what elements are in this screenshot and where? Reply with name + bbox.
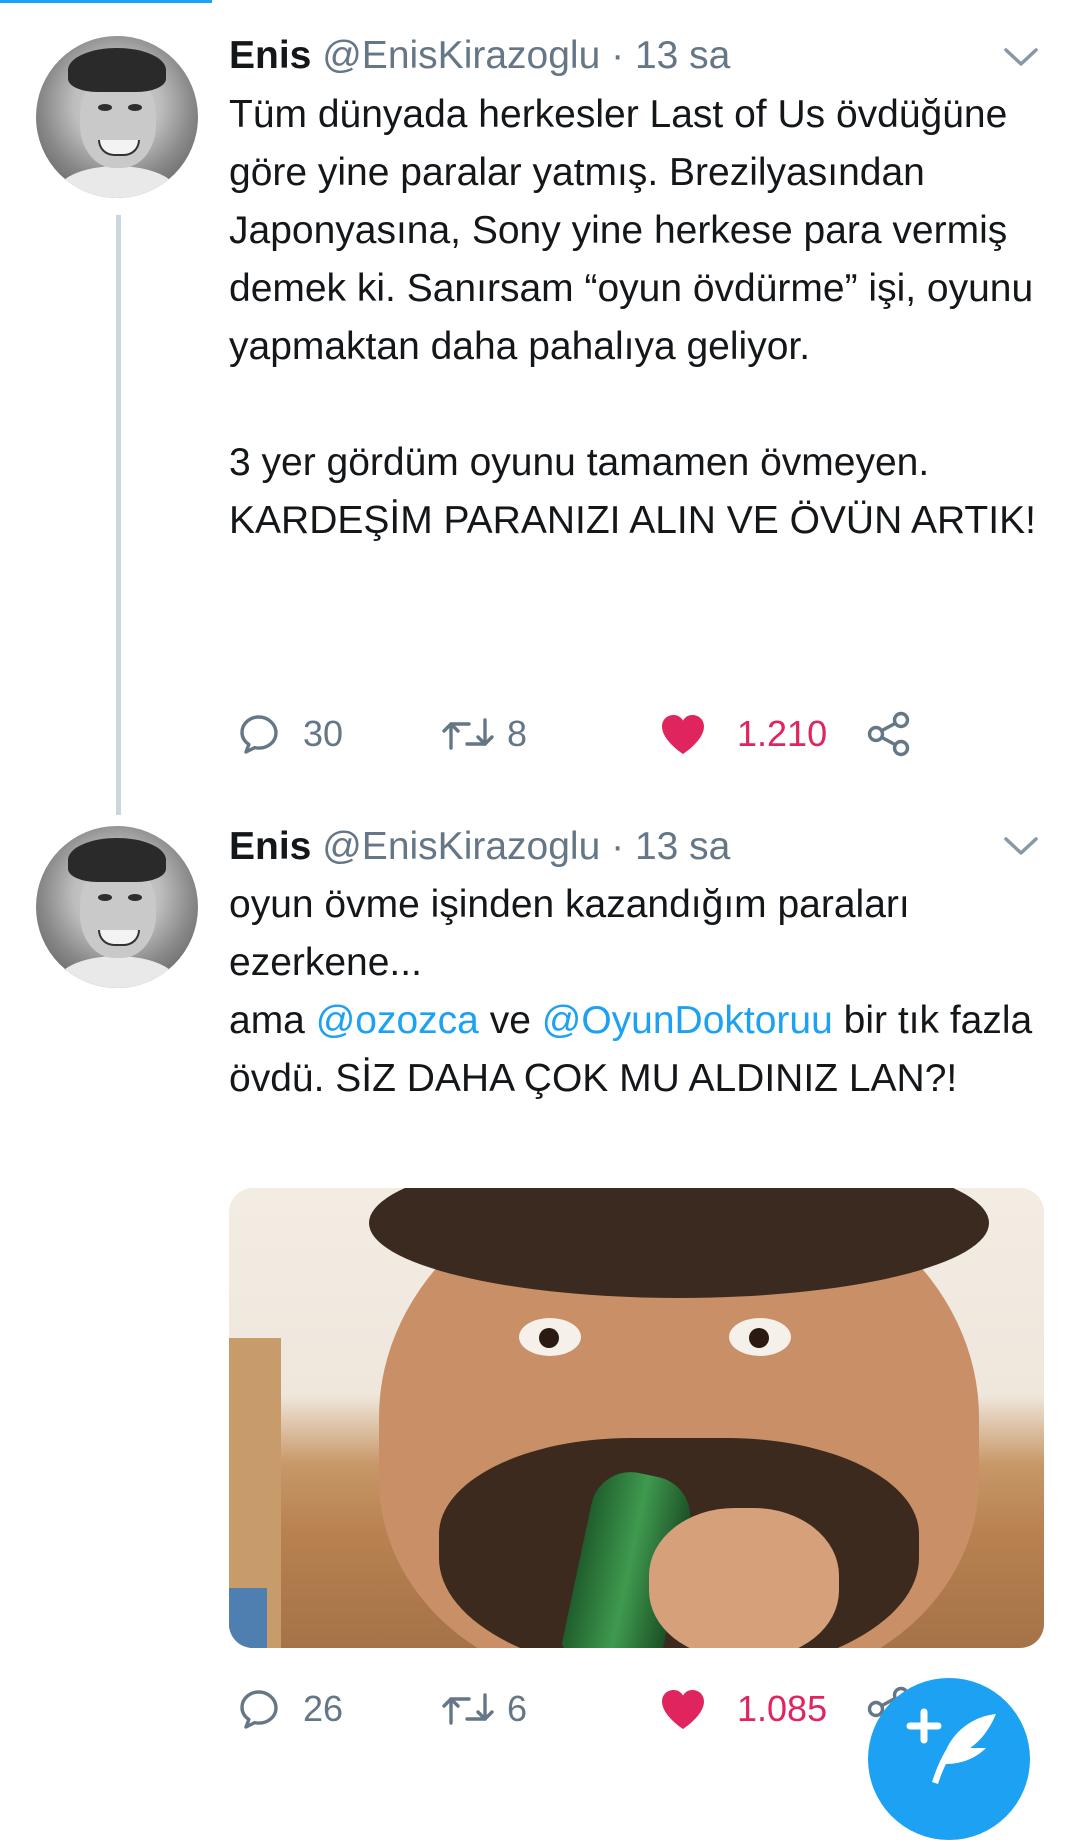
retweet-icon [442, 1693, 494, 1725]
reply-bubble-icon [240, 715, 278, 754]
tweet-header: Enis @EnisKirazoglu · 13 sa [229, 34, 730, 78]
avatar[interactable] [36, 36, 198, 198]
retweet-button[interactable]: 8 [441, 709, 527, 759]
tweet-text: oyun övme işinden kazandığım paraları ez… [229, 876, 1049, 1108]
tweet-text: Tüm dünyada herkesler Last of Us övdüğün… [229, 86, 1049, 550]
user-handle[interactable]: @EnisKirazoglu [322, 825, 600, 868]
tweet-paragraph: ama @ozozca ve @OyunDoktoruu bir tık faz… [229, 992, 1049, 1108]
tweet-paragraph: Tüm dünyada herkesler Last of Us övdüğün… [229, 93, 1034, 368]
heart-icon [662, 1690, 704, 1729]
mention-link[interactable]: @OyunDoktoruu [542, 999, 833, 1042]
reply-button[interactable]: 26 [237, 1684, 343, 1734]
tweet-header: Enis @EnisKirazoglu · 13 sa [229, 825, 730, 869]
retweet-count: 8 [507, 713, 528, 754]
timestamp[interactable]: 13 sa [635, 34, 730, 77]
like-button[interactable]: 1.210 [659, 709, 827, 759]
display-name[interactable]: Enis [229, 825, 311, 868]
reply-button[interactable]: 30 [237, 709, 343, 759]
retweet-icon [442, 718, 494, 750]
tweet-photo[interactable] [229, 1188, 1044, 1648]
avatar[interactable] [36, 826, 198, 988]
compose-tweet-button[interactable] [868, 1678, 1030, 1840]
chevron-down-icon[interactable] [1002, 44, 1040, 70]
text-fragment: ve [478, 999, 542, 1042]
active-tab-indicator [0, 0, 212, 3]
like-count: 1.085 [737, 1688, 828, 1729]
tweet-actions: 30 8 1.210 [229, 709, 1049, 759]
share-icon [867, 711, 910, 757]
chevron-down-icon[interactable] [1002, 833, 1040, 859]
thread-connector-line [116, 215, 121, 815]
mention-link[interactable]: @ozozca [316, 999, 479, 1042]
like-button[interactable]: 1.085 [659, 1684, 827, 1734]
heart-icon [662, 715, 704, 754]
share-button[interactable] [865, 709, 913, 759]
tweet-paragraph: 3 yer gördüm oyunu tamamen övmeyen. KARD… [229, 441, 1036, 542]
separator-dot: · [611, 825, 625, 868]
separator-dot: · [611, 34, 625, 77]
retweet-count: 6 [507, 1688, 528, 1729]
like-count: 1.210 [737, 713, 828, 754]
reply-count: 30 [303, 713, 344, 754]
display-name[interactable]: Enis [229, 34, 311, 77]
timestamp[interactable]: 13 sa [635, 825, 730, 868]
user-handle[interactable]: @EnisKirazoglu [322, 34, 600, 77]
reply-bubble-icon [240, 1690, 278, 1729]
reply-count: 26 [303, 1688, 344, 1729]
retweet-button[interactable]: 6 [441, 1684, 527, 1734]
text-fragment: ama [229, 999, 316, 1042]
tweet-paragraph: oyun övme işinden kazandığım paraları ez… [229, 883, 910, 984]
compose-tweet-icon [906, 1708, 996, 1784]
